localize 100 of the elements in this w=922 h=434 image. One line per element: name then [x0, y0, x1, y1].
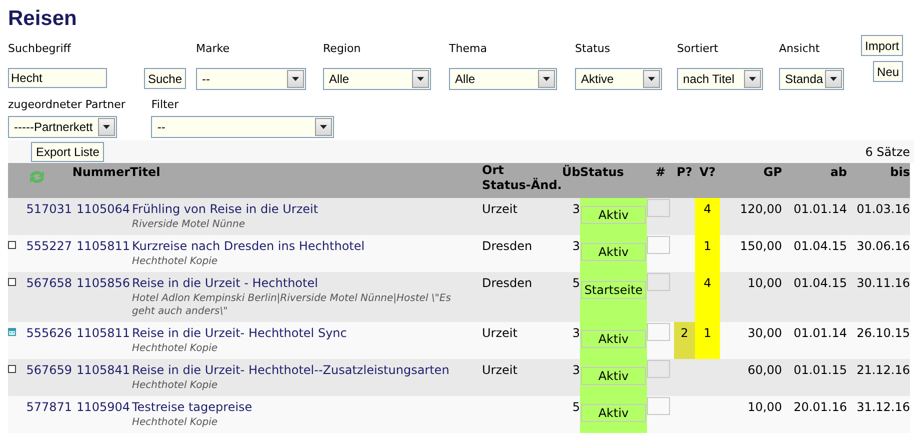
- column-header: Titel: [130, 163, 482, 198]
- select-dropdown[interactable]: --: [151, 116, 334, 138]
- table-cell: 01.04.15: [782, 235, 847, 272]
- table-cell: 3: [562, 322, 580, 359]
- table-cell: 5: [562, 396, 580, 433]
- field-label: Thema: [449, 42, 488, 56]
- column-header: GP: [720, 163, 782, 198]
- table-cell: Dresden: [482, 272, 562, 322]
- table-cell: 21.12.16: [847, 359, 910, 396]
- field-label: Sortiert: [677, 42, 720, 56]
- column-header: #: [647, 163, 674, 198]
- field-label: Ansicht: [779, 42, 821, 56]
- count-field[interactable]: [647, 273, 670, 291]
- trip-title-link[interactable]: Reise in die Urzeit- Hechthotel Sync: [132, 324, 462, 342]
- status-button[interactable]: Startseite: [581, 281, 646, 299]
- status-button[interactable]: Aktiv: [581, 206, 646, 224]
- field-label: Marke: [196, 42, 231, 56]
- field-label: Suchbegriff: [8, 42, 72, 56]
- table-cell: 60,00: [720, 359, 782, 396]
- column-header: Üb: [562, 163, 580, 198]
- trip-title-link[interactable]: Reise in die Urzeit - Hechthotel: [132, 274, 462, 292]
- caret-icon: [320, 125, 328, 129]
- export-button[interactable]: Export Liste: [31, 142, 104, 162]
- table-cell: 20.01.16: [782, 396, 847, 433]
- count-field[interactable]: [647, 323, 670, 341]
- refresh-icon[interactable]: [28, 169, 46, 185]
- table-cell: 01.04.15: [782, 272, 847, 322]
- table-cell: 30.06.16: [847, 235, 910, 272]
- table-cell: 1105841: [72, 359, 130, 396]
- table-cell: 1: [695, 322, 720, 359]
- table-cell: 3: [562, 198, 580, 235]
- select-dropdown[interactable]: Aktive: [575, 68, 662, 90]
- hotel-subtitle: Hotel Adlon Kempinski Berlin|Riverside Motel Nünne|Hostel \"Es geht auch anders\": [132, 292, 452, 318]
- id-link[interactable]: 555227: [20, 235, 72, 272]
- trip-title-link[interactable]: Testreise tagepreise: [132, 398, 462, 416]
- status-button[interactable]: Aktiv: [581, 330, 646, 348]
- table-cell: 01.01.14: [782, 198, 847, 235]
- table-cell: 01.01.15: [782, 359, 847, 396]
- id-link[interactable]: 555626: [20, 322, 72, 359]
- table-cell: 30,00: [720, 322, 782, 359]
- id-link[interactable]: 517031: [20, 198, 72, 235]
- table-cell: 1: [695, 235, 720, 272]
- table-cell: 1105811: [72, 235, 130, 272]
- import-button[interactable]: Import: [861, 35, 904, 56]
- table-cell: 10,00: [720, 396, 782, 433]
- select-dropdown[interactable]: Alle: [323, 68, 432, 90]
- table-cell: 10,00: [720, 272, 782, 322]
- select-dropdown[interactable]: Alle: [449, 68, 558, 90]
- select-dropdown[interactable]: nach Titel: [677, 68, 764, 90]
- id-link[interactable]: 567659: [20, 359, 72, 396]
- field-label: Region: [323, 42, 362, 56]
- hotel-subtitle: Hechthotel Kopie: [132, 342, 219, 355]
- new-button[interactable]: Neu: [873, 61, 904, 82]
- id-link[interactable]: 577871: [20, 396, 72, 433]
- page-title: Reisen: [8, 6, 78, 32]
- caret-icon: [292, 77, 300, 81]
- table-cell: 31.12.16: [847, 396, 910, 433]
- caret-icon: [543, 77, 550, 81]
- calendar-icon: [8, 328, 16, 336]
- column-header: P?: [674, 163, 695, 198]
- column-header: Nummer: [72, 163, 130, 198]
- column-header: bis: [847, 163, 910, 198]
- square-icon: [8, 278, 16, 286]
- count-field[interactable]: [647, 199, 670, 217]
- table-cell: 30.11.16: [847, 272, 910, 322]
- table-cell: 01.03.16: [847, 198, 910, 235]
- field-label: zugeordneter Partner: [8, 98, 126, 112]
- search-button[interactable]: Suche: [144, 68, 186, 89]
- table-cell: Urzeit: [482, 322, 562, 359]
- hotel-subtitle: Hechthotel Kopie: [132, 255, 219, 268]
- select-dropdown[interactable]: Standa: [779, 68, 844, 90]
- caret-icon: [830, 77, 838, 81]
- table-cell: 3: [562, 359, 580, 396]
- record-count: 6 Sätze: [865, 144, 910, 160]
- square-icon: [8, 365, 16, 373]
- status-button[interactable]: Aktiv: [581, 243, 646, 261]
- count-field[interactable]: [647, 236, 670, 254]
- status-button[interactable]: Aktiv: [581, 404, 646, 422]
- count-field[interactable]: [647, 397, 670, 415]
- table-cell: 1105811: [72, 322, 130, 359]
- table-cell: 26.10.15: [847, 322, 910, 359]
- status-button[interactable]: Aktiv: [581, 367, 646, 385]
- table-cell: Urzeit: [482, 359, 562, 396]
- select-dropdown[interactable]: -----Partnerkett: [8, 116, 117, 138]
- search-field[interactable]: Hecht: [8, 68, 107, 88]
- id-link[interactable]: 567658: [20, 272, 72, 322]
- table-cell: 1105856: [72, 272, 130, 322]
- select-dropdown[interactable]: --: [196, 68, 306, 90]
- trip-title-link[interactable]: Reise in die Urzeit- Hechthotel--Zusatzleistungsarten: [132, 361, 462, 379]
- table-cell: 150,00: [720, 235, 782, 272]
- table-cell: 4: [695, 272, 720, 322]
- column-header: Status-Änd.: [482, 178, 562, 193]
- table-cell: 120,00: [720, 198, 782, 235]
- caret-icon: [648, 77, 656, 81]
- hotel-subtitle: Hechthotel Kopie: [132, 379, 219, 392]
- field-label: Status: [575, 42, 612, 56]
- trip-title-link[interactable]: Frühling von Reise in die Urzeit: [132, 200, 462, 218]
- count-field[interactable]: [647, 360, 670, 378]
- column-header: Ort: [482, 163, 505, 178]
- trip-title-link[interactable]: Kurzreise nach Dresden ins Hechthotel: [132, 237, 462, 255]
